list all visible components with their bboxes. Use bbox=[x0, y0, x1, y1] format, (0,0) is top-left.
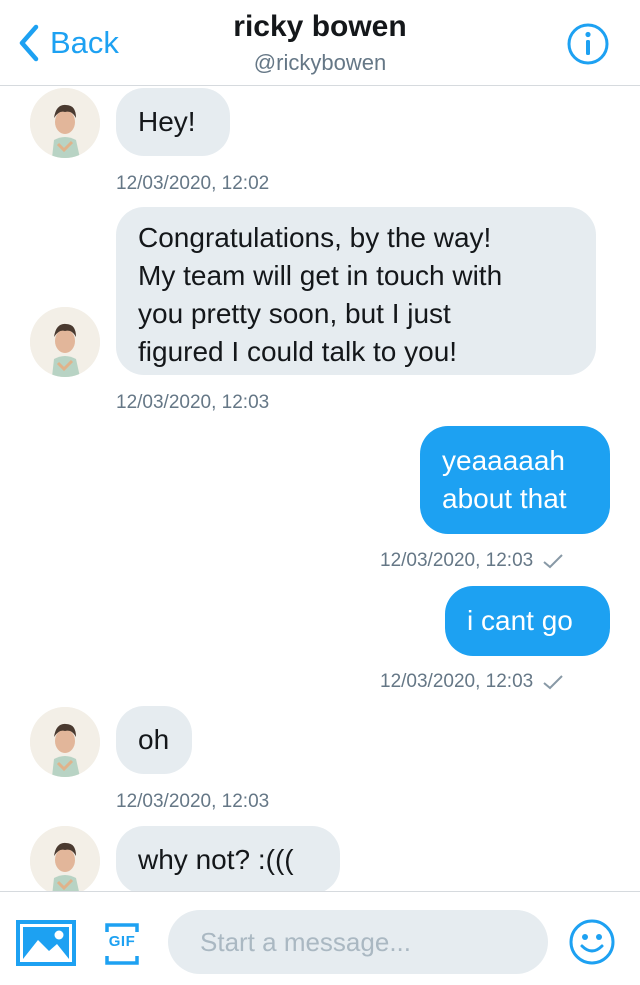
message-timestamp: 12/03/2020, 12:03 bbox=[380, 550, 534, 571]
conversation-header: Back ricky bowen @rickybowen bbox=[0, 0, 640, 86]
avatar-image bbox=[30, 826, 100, 896]
info-icon[interactable] bbox=[566, 22, 610, 66]
contact-handle: @rickybowen bbox=[253, 50, 387, 75]
gif-icon[interactable]: GIF bbox=[104, 922, 140, 966]
message-bubble-outgoing[interactable]: yeaaaaah about that bbox=[420, 426, 610, 534]
message-composer: GIF bbox=[0, 891, 640, 985]
message-meta: 12/03/2020, 12:03 bbox=[380, 549, 565, 573]
message-timestamp: 12/03/2020, 12:03 bbox=[116, 392, 270, 413]
message-bubble-incoming[interactable]: oh bbox=[116, 706, 192, 774]
gif-label: GIF bbox=[108, 933, 136, 950]
avatar-image bbox=[30, 307, 100, 377]
message-bubble-incoming[interactable]: Hey! bbox=[116, 88, 230, 156]
message-bubble-incoming[interactable]: Congratulations, by the way! My team wil… bbox=[116, 207, 596, 375]
message-timestamp: 12/03/2020, 12:03 bbox=[380, 671, 534, 692]
emoji-icon[interactable] bbox=[568, 918, 616, 966]
avatar-image bbox=[30, 88, 100, 158]
avatar[interactable] bbox=[30, 707, 100, 777]
checkmark-icon bbox=[543, 675, 563, 690]
avatar[interactable] bbox=[30, 826, 100, 896]
message-meta: 12/03/2020, 12:03 bbox=[380, 670, 565, 694]
avatar[interactable] bbox=[30, 88, 100, 158]
message-timestamp: 12/03/2020, 12:03 bbox=[116, 791, 270, 812]
message-timestamp: 12/03/2020, 12:02 bbox=[116, 173, 270, 194]
contact-name: ricky bowen bbox=[233, 10, 407, 43]
avatar-image bbox=[30, 707, 100, 777]
avatar[interactable] bbox=[30, 307, 100, 377]
message-bubble-incoming[interactable]: why not? :((( bbox=[116, 826, 340, 894]
message-bubble-outgoing[interactable]: i cant go bbox=[445, 586, 610, 656]
message-input[interactable] bbox=[168, 910, 548, 974]
image-icon[interactable] bbox=[16, 920, 76, 966]
checkmark-icon bbox=[543, 554, 563, 569]
